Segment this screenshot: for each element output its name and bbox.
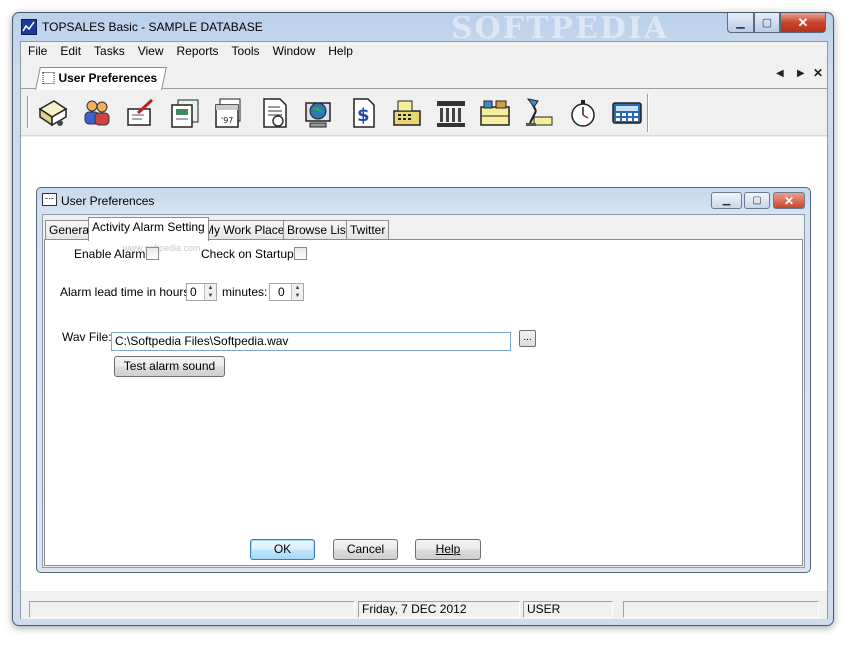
app-window: TOPSALES Basic - SAMPLE DATABASE SOFTPED… xyxy=(12,11,834,626)
client-area: File Edit Tasks View Reports Tools Windo… xyxy=(20,41,828,619)
status-bar: Friday, 7 DEC 2012 USER xyxy=(21,598,827,619)
tab-activity-alarm-setting[interactable]: Activity Alarm Setting xyxy=(88,217,209,241)
spin-arrows-icon[interactable]: ▲ ▼ xyxy=(291,284,303,300)
user-preferences-dialog: -·- User Preferences ▁ ▢ ✕ General Activ… xyxy=(36,187,811,573)
check-startup-label: Check on Startup xyxy=(201,247,294,261)
svg-text:'97: '97 xyxy=(221,116,233,125)
mdi-workspace: -·- User Preferences ▁ ▢ ✕ General Activ… xyxy=(21,137,827,591)
lead-minutes-stepper[interactable]: 0 ▲ ▼ xyxy=(269,283,304,301)
browse-button[interactable]: ... xyxy=(519,330,536,347)
tab-my-work-place[interactable]: My Work Place xyxy=(200,220,289,240)
status-user: USER xyxy=(523,601,613,618)
toolbar-grip[interactable] xyxy=(27,96,30,128)
stopwatch-icon[interactable] xyxy=(565,96,601,130)
ok-button[interactable]: OK xyxy=(250,539,315,560)
globe-computer-icon[interactable] xyxy=(301,96,337,130)
bank-icon[interactable] xyxy=(433,96,469,130)
menu-edit[interactable]: Edit xyxy=(53,42,87,63)
title-bar[interactable]: TOPSALES Basic - SAMPLE DATABASE SOFTPED… xyxy=(13,11,833,46)
tab-user-preferences[interactable]: User Preferences xyxy=(35,67,167,90)
menu-tasks[interactable]: Tasks xyxy=(87,42,131,63)
wav-file-input[interactable]: C:\Softpedia Files\Softpedia.wav xyxy=(111,332,511,351)
tab-browse-list[interactable]: Browse List xyxy=(283,220,354,240)
contacts-icon[interactable] xyxy=(79,96,115,130)
cards-icon[interactable] xyxy=(167,96,203,130)
close-button[interactable]: ✕ xyxy=(780,13,826,33)
tab-close-icon[interactable]: ✕ xyxy=(813,66,823,80)
toolbar-separator xyxy=(647,94,649,132)
status-panel-message xyxy=(29,601,355,618)
calendar-icon[interactable]: '97 xyxy=(211,96,247,130)
toolbar: '97 $ xyxy=(21,90,827,136)
status-date: Friday, 7 DEC 2012 xyxy=(358,601,520,618)
cash-register-icon[interactable] xyxy=(389,96,425,130)
check-startup-checkbox[interactable] xyxy=(294,247,307,260)
document-tab-bar: User Preferences ◀ ▶ ✕ xyxy=(21,64,827,90)
spin-arrows-icon[interactable]: ▲ ▼ xyxy=(204,284,216,300)
tab-strip: General Activity Alarm Setting My Work P… xyxy=(43,217,804,241)
menu-tools[interactable]: Tools xyxy=(225,42,266,63)
minutes-label: minutes: xyxy=(222,285,268,299)
dialog-minimize-button[interactable]: ▁ xyxy=(711,192,742,209)
dialog-maximize-button[interactable]: ▢ xyxy=(744,192,770,209)
lead-minutes-value: 0 xyxy=(278,285,285,299)
menu-view[interactable]: View xyxy=(131,42,170,63)
form-icon[interactable]: -·- xyxy=(42,193,57,206)
tab-label: User Preferences xyxy=(58,71,158,85)
window-title: TOPSALES Basic - SAMPLE DATABASE xyxy=(42,20,263,34)
desk-lamp-icon[interactable] xyxy=(521,96,557,130)
enable-alarm-label: Enable Alarm xyxy=(74,247,146,261)
calculator-icon[interactable] xyxy=(609,96,645,130)
form-icon xyxy=(42,72,55,84)
open-folder-icon[interactable] xyxy=(35,96,71,130)
menu-bar: File Edit Tasks View Reports Tools Windo… xyxy=(21,42,827,63)
wav-file-label: Wav File: xyxy=(62,330,112,344)
lead-hours-stepper[interactable]: 0 ▲ ▼ xyxy=(186,283,217,301)
tab-scroll-right-icon[interactable]: ▶ xyxy=(797,68,805,79)
help-button[interactable]: Help xyxy=(415,539,481,560)
dialog-title: User Preferences xyxy=(61,194,155,208)
tab-scroll-left-icon[interactable]: ◀ xyxy=(776,68,784,79)
store-icon[interactable] xyxy=(477,96,513,130)
lead-time-label: Alarm lead time in hours: xyxy=(60,285,193,299)
alarm-settings-panel: www.softpedia.com Enable Alarm Check on … xyxy=(44,239,803,566)
menu-file[interactable]: File xyxy=(21,42,53,63)
dialog-close-button[interactable]: ✕ xyxy=(773,192,805,209)
dollar-doc-icon[interactable]: $ xyxy=(345,96,381,130)
activity-pen-icon[interactable] xyxy=(123,96,159,130)
menu-window[interactable]: Window xyxy=(266,42,322,63)
app-logo-icon[interactable] xyxy=(21,19,37,35)
minimize-button[interactable]: ▁ xyxy=(727,13,754,33)
svg-text:$: $ xyxy=(357,105,370,126)
status-panel-extra xyxy=(623,601,819,618)
tab-twitter[interactable]: Twitter xyxy=(346,220,390,240)
menu-reports[interactable]: Reports xyxy=(170,42,225,63)
maximize-button[interactable]: ▢ xyxy=(754,13,780,33)
lead-hours-value: 0 xyxy=(190,285,197,299)
document-icon[interactable] xyxy=(257,96,293,130)
menu-help[interactable]: Help xyxy=(321,42,359,63)
enable-alarm-checkbox[interactable] xyxy=(146,247,159,260)
dialog-body: General Activity Alarm Setting My Work P… xyxy=(42,214,805,568)
cancel-button[interactable]: Cancel xyxy=(333,539,398,560)
test-alarm-sound-button[interactable]: Test alarm sound xyxy=(114,356,225,377)
